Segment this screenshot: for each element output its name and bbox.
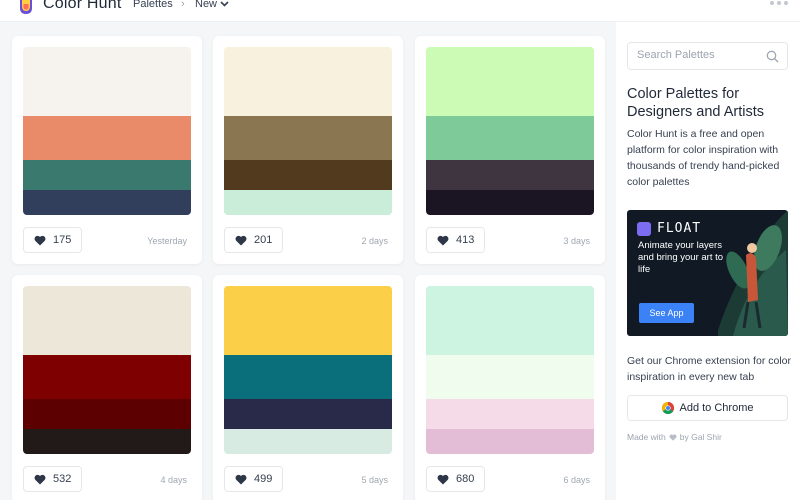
top-bar: Color Hunt Palettes › New [0, 0, 800, 22]
palette-date: 2 days [361, 236, 388, 246]
like-button[interactable]: 680 [426, 466, 486, 492]
like-count: 532 [53, 473, 72, 485]
ad-text: Animate your layers and bring your art t… [638, 240, 724, 275]
sidebar-description: Color Hunt is a free and open platform f… [627, 128, 780, 188]
palette-date: 5 days [361, 475, 388, 485]
color-swatch[interactable] [224, 190, 392, 215]
ad-logo: FLOAT [637, 221, 701, 236]
palette-card[interactable]: 532 4 days [12, 275, 202, 500]
palette-card[interactable]: 413 3 days [415, 36, 605, 264]
palette-swatches[interactable] [224, 47, 392, 215]
palette-date: Yesterday [147, 236, 187, 246]
like-count: 680 [456, 473, 475, 485]
search-icon[interactable] [766, 50, 779, 63]
heart-icon [437, 474, 449, 484]
made-with-credit: Made with by Gal Shir [627, 432, 722, 442]
color-swatch[interactable] [426, 160, 594, 190]
palette-swatches[interactable] [23, 286, 191, 454]
like-count: 413 [456, 234, 475, 246]
color-hunt-logo-icon[interactable] [19, 0, 33, 15]
palette-swatches[interactable] [426, 286, 594, 454]
breadcrumb-separator: › [181, 0, 185, 10]
ad-brand: FLOAT [657, 221, 702, 236]
like-button[interactable]: 413 [426, 227, 486, 253]
chevron-down-icon [220, 1, 229, 7]
color-swatch[interactable] [426, 286, 594, 355]
add-to-chrome-label: Add to Chrome [679, 402, 754, 414]
palette-card[interactable]: 175 Yesterday [12, 36, 202, 264]
palette-swatches[interactable] [224, 286, 392, 454]
extension-promo-text: Get our Chrome extension for color inspi… [627, 355, 791, 383]
palette-date: 4 days [160, 475, 187, 485]
heart-icon [34, 474, 46, 484]
color-swatch[interactable] [426, 190, 594, 215]
color-swatch[interactable] [23, 47, 191, 116]
like-button[interactable]: 175 [23, 227, 83, 253]
color-swatch[interactable] [224, 116, 392, 160]
color-swatch[interactable] [224, 160, 392, 190]
nav-new-label: New [195, 0, 218, 10]
color-swatch[interactable] [23, 286, 191, 355]
color-swatch[interactable] [224, 286, 392, 355]
color-swatch[interactable] [23, 190, 191, 215]
color-swatch[interactable] [224, 355, 392, 399]
heart-icon [235, 235, 247, 245]
like-count: 175 [53, 234, 72, 246]
add-to-chrome-button[interactable]: Add to Chrome [627, 395, 788, 421]
like-button[interactable]: 499 [224, 466, 284, 492]
float-ad-banner[interactable]: FLOAT Animate your layers and bring your… [627, 210, 788, 336]
see-app-button[interactable]: See App [639, 303, 694, 323]
heart-icon [34, 235, 46, 245]
nav-new-dropdown[interactable]: New [195, 0, 229, 10]
heart-icon [235, 474, 247, 484]
like-count: 201 [254, 234, 273, 246]
color-swatch[interactable] [23, 399, 191, 429]
color-swatch[interactable] [426, 47, 594, 116]
palette-card[interactable]: 201 2 days [213, 36, 403, 264]
heart-icon [669, 434, 677, 441]
like-button[interactable]: 532 [23, 466, 83, 492]
like-count: 499 [254, 473, 273, 485]
brand-name[interactable]: Color Hunt [43, 0, 121, 13]
made-with-author[interactable]: by Gal Shir [680, 432, 722, 442]
palette-date: 6 days [563, 475, 590, 485]
palette-swatches[interactable] [426, 47, 594, 215]
sidebar: Color Palettes for Designers and Artists… [616, 22, 800, 500]
color-swatch[interactable] [426, 116, 594, 160]
color-swatch[interactable] [224, 47, 392, 116]
search-box[interactable] [627, 42, 788, 70]
color-swatch[interactable] [23, 116, 191, 160]
chrome-icon [661, 402, 674, 414]
more-dots-icon[interactable] [770, 1, 788, 5]
sidebar-headline: Color Palettes for Designers and Artists [627, 86, 765, 120]
color-swatch[interactable] [23, 429, 191, 454]
palette-swatches[interactable] [23, 47, 191, 215]
palette-feed: 175 Yesterday 201 2 days 413 3 days 532 4 days 4… [0, 22, 616, 500]
color-swatch[interactable] [426, 429, 594, 454]
color-swatch[interactable] [426, 399, 594, 429]
palette-card[interactable]: 499 5 days [213, 275, 403, 500]
float-logo-icon [637, 221, 651, 236]
search-input[interactable] [637, 49, 767, 61]
color-swatch[interactable] [426, 355, 594, 399]
color-swatch[interactable] [23, 160, 191, 190]
like-button[interactable]: 201 [224, 227, 284, 253]
palette-date: 3 days [563, 236, 590, 246]
color-swatch[interactable] [224, 429, 392, 454]
made-with-prefix: Made with [627, 432, 666, 442]
palette-card[interactable]: 680 6 days [415, 275, 605, 500]
color-swatch[interactable] [224, 399, 392, 429]
color-swatch[interactable] [23, 355, 191, 399]
heart-icon [437, 235, 449, 245]
nav-palettes[interactable]: Palettes [133, 0, 173, 10]
